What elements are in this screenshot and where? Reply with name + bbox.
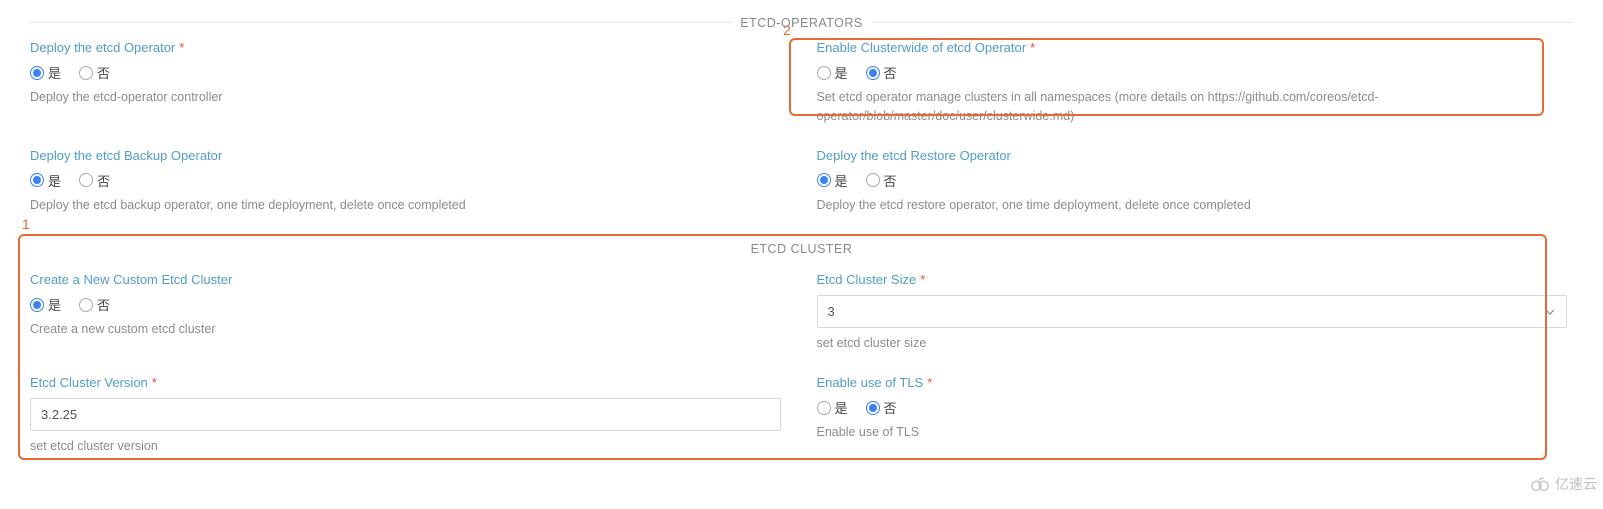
- enable-tls-help: Enable use of TLS: [817, 423, 1568, 442]
- cluster-size-select[interactable]: 3: [817, 295, 1568, 328]
- deploy-restore-yes[interactable]: 是: [817, 171, 848, 190]
- enable-tls-no[interactable]: 否: [866, 398, 897, 417]
- deploy-operator-no[interactable]: 否: [79, 63, 110, 82]
- cluster-version-help: set etcd cluster version: [30, 437, 781, 456]
- radio-icon: [866, 401, 880, 415]
- required-marker: *: [1030, 40, 1035, 55]
- section-title-cluster-text: ETCD CLUSTER: [751, 242, 853, 256]
- required-marker: *: [179, 40, 184, 55]
- deploy-backup-help: Deploy the etcd backup operator, one tim…: [30, 196, 781, 215]
- required-marker: *: [152, 375, 157, 390]
- required-marker: *: [927, 375, 932, 390]
- radio-icon: [817, 173, 831, 187]
- deploy-operator-label: Deploy the etcd Operator*: [30, 40, 781, 55]
- enable-tls-yes[interactable]: 是: [817, 398, 848, 417]
- radio-icon: [30, 298, 44, 312]
- create-cluster-label: Create a New Custom Etcd Cluster: [30, 272, 781, 287]
- annotation-1: 1: [22, 216, 30, 232]
- chevron-down-icon: [1544, 306, 1556, 318]
- deploy-restore-no[interactable]: 否: [866, 171, 897, 190]
- watermark-text: 亿速云: [1555, 474, 1597, 494]
- section-title-cluster: ETCD CLUSTER: [30, 236, 1573, 266]
- radio-icon: [79, 173, 93, 187]
- cluster-size-label: Etcd Cluster Size*: [817, 272, 1568, 287]
- create-cluster-help: Create a new custom etcd cluster: [30, 320, 781, 339]
- deploy-backup-no[interactable]: 否: [79, 171, 110, 190]
- cluster-size-help: set etcd cluster size: [817, 334, 1568, 353]
- create-cluster-no[interactable]: 否: [79, 295, 110, 314]
- watermark: 亿速云: [1529, 474, 1597, 494]
- section-title-operators: ETCD-OPERATORS: [30, 10, 1573, 40]
- enable-tls-label: Enable use of TLS*: [817, 375, 1568, 390]
- radio-icon: [30, 173, 44, 187]
- deploy-restore-label: Deploy the etcd Restore Operator: [817, 148, 1568, 163]
- radio-icon: [817, 66, 831, 80]
- deploy-backup-label: Deploy the etcd Backup Operator: [30, 148, 781, 163]
- radio-icon: [79, 66, 93, 80]
- deploy-restore-help: Deploy the etcd restore operator, one ti…: [817, 196, 1568, 215]
- enable-clusterwide-help: Set etcd operator manage clusters in all…: [817, 88, 1568, 126]
- enable-clusterwide-no[interactable]: 否: [866, 63, 897, 82]
- enable-clusterwide-label: Enable Clusterwide of etcd Operator*: [817, 40, 1568, 55]
- deploy-backup-yes[interactable]: 是: [30, 171, 61, 190]
- radio-icon: [79, 298, 93, 312]
- annotation-2: 2: [783, 22, 791, 38]
- watermark-icon: [1529, 475, 1551, 493]
- cluster-version-label: Etcd Cluster Version*: [30, 375, 781, 390]
- create-cluster-yes[interactable]: 是: [30, 295, 61, 314]
- required-marker: *: [920, 272, 925, 287]
- radio-icon: [866, 66, 880, 80]
- section-title-operators-text: ETCD-OPERATORS: [740, 16, 863, 30]
- cluster-version-input[interactable]: [30, 398, 781, 431]
- deploy-operator-yes[interactable]: 是: [30, 63, 61, 82]
- radio-icon: [817, 401, 831, 415]
- radio-icon: [30, 66, 44, 80]
- radio-icon: [866, 173, 880, 187]
- cluster-size-value: 3: [828, 304, 835, 319]
- deploy-operator-help: Deploy the etcd-operator controller: [30, 88, 781, 107]
- enable-clusterwide-yes[interactable]: 是: [817, 63, 848, 82]
